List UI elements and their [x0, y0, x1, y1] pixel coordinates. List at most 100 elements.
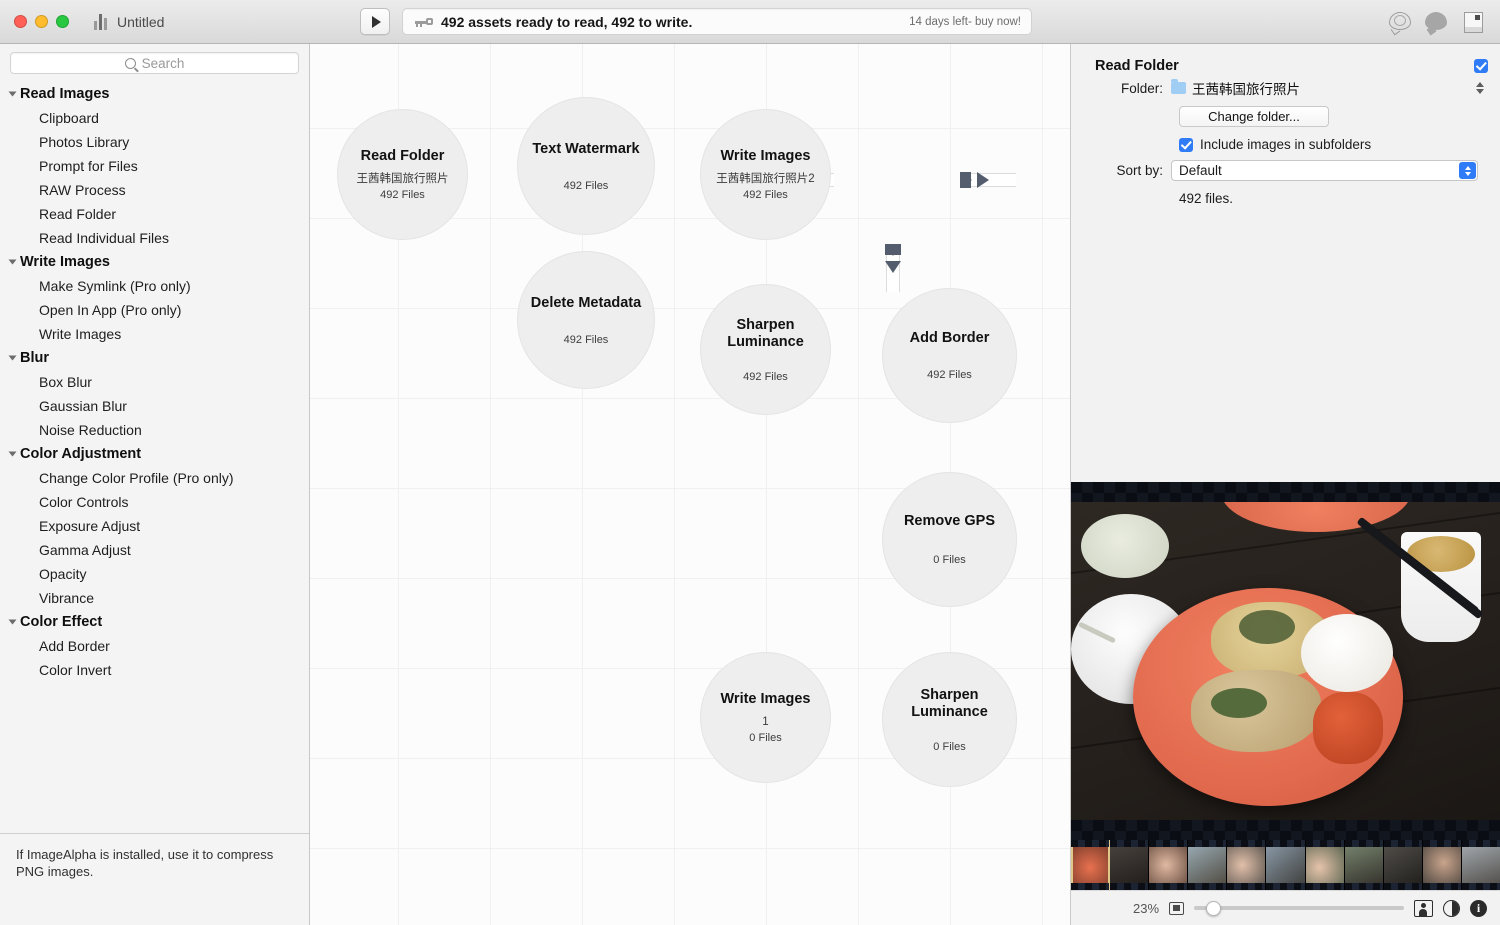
preview-photo [1071, 502, 1500, 820]
include-subfolders-checkbox[interactable] [1179, 137, 1193, 152]
sidebar-item-add-border[interactable]: Add Border [0, 634, 309, 658]
include-subfolders-label: Include images in subfolders [1200, 137, 1372, 152]
change-folder-button[interactable]: Change folder... [1179, 106, 1329, 127]
node-add-border[interactable]: Add Border 492 Files [882, 288, 1017, 423]
fit-icon[interactable] [1169, 901, 1185, 915]
portrait-icon[interactable] [1414, 899, 1433, 917]
thumbnail-item[interactable] [1188, 840, 1228, 890]
node-remove-gps[interactable]: Remove GPS 0 Files [882, 472, 1017, 607]
search-input[interactable]: Search [10, 52, 299, 74]
sidebar-item-vibrance[interactable]: Vibrance [0, 586, 309, 610]
sidebar-item-read-folder[interactable]: Read Folder [0, 202, 309, 226]
sidebar-item-clipboard[interactable]: Clipboard [0, 106, 309, 130]
node-sharpen-luminance-2[interactable]: Sharpen Luminance 0 Files [882, 652, 1017, 787]
node-title: Delete Metadata [530, 294, 642, 311]
node-subtitle: 王茜韩国旅行照片 [356, 173, 449, 185]
sidebar-item-make-symlink-pro-only[interactable]: Make Symlink (Pro only) [0, 274, 309, 298]
node-title: Write Images [720, 691, 811, 707]
node-count: 492 Files [743, 370, 788, 383]
sidebar-item-open-in-app-pro-only[interactable]: Open In App (Pro only) [0, 298, 309, 322]
trial-notice[interactable]: 14 days left- buy now! [909, 16, 1021, 28]
sidebar-item-change-color-profile-pro-only[interactable]: Change Color Profile (Pro only) [0, 466, 309, 490]
maximize-window-button[interactable] [56, 15, 69, 28]
sidebar-group-read-images[interactable]: Read Images [0, 82, 309, 106]
sort-by-select[interactable]: Default [1171, 160, 1478, 181]
sidebar-item-exposure-adjust[interactable]: Exposure Adjust [0, 514, 309, 538]
sidebar-item-noise-reduction[interactable]: Noise Reduction [0, 418, 309, 442]
disclosure-triangle-icon[interactable] [8, 259, 17, 265]
sidebar-group-write-images[interactable]: Write Images [0, 250, 309, 274]
node-count: 492 Files [380, 189, 425, 201]
run-button[interactable] [360, 8, 390, 35]
node-read-folder[interactable]: Read Folder 王茜韩国旅行照片 492 Files [337, 109, 468, 240]
sidebar-item-raw-process[interactable]: RAW Process [0, 178, 309, 202]
info-icon[interactable]: i [1470, 899, 1487, 917]
preview-toolbar: 23% i [1071, 890, 1500, 925]
sidebar-group-color-effect[interactable]: Color Effect [0, 610, 309, 634]
sidebar-group-label: Blur [20, 350, 49, 366]
thumbnail-item[interactable] [1344, 840, 1384, 890]
thumbnail-item[interactable] [1383, 840, 1423, 890]
thumbnail-strip[interactable] [1071, 840, 1500, 890]
search-placeholder: Search [141, 55, 185, 71]
thumbnail-item[interactable] [1071, 840, 1111, 890]
action-tree: Read Images Clipboard Photos Library Prompt… [0, 80, 309, 815]
sidebar-group-blur[interactable]: Blur [0, 346, 309, 370]
minimize-window-button[interactable] [35, 15, 48, 28]
node-count: 0 Files [933, 554, 966, 566]
thumbnail-item[interactable] [1227, 840, 1267, 890]
node-delete-metadata[interactable]: Delete Metadata 492 Files [517, 251, 655, 389]
thumbnail-item[interactable] [1305, 840, 1345, 890]
sort-by-value: Default [1179, 163, 1222, 178]
node-title: Remove GPS [903, 513, 996, 529]
disclosure-triangle-icon[interactable] [8, 355, 17, 361]
close-window-button[interactable] [14, 15, 27, 28]
comment-bubble-icon[interactable] [1424, 9, 1450, 36]
sidebar-group-label: Color Adjustment [20, 446, 142, 462]
inspector-header: Read Folder [1071, 44, 1500, 74]
node-sharpen-luminance-1[interactable]: Sharpen Luminance 492 Files [700, 284, 831, 415]
sidebar-item-opacity[interactable]: Opacity [0, 562, 309, 586]
zoom-slider[interactable] [1194, 900, 1404, 916]
thumbnail-item[interactable] [1422, 840, 1462, 890]
node-text-watermark[interactable]: Text Watermark 492 Files [517, 97, 655, 235]
thumbnail-item[interactable] [1110, 840, 1150, 890]
sidebar-item-prompt-for-files[interactable]: Prompt for Files [0, 154, 309, 178]
folder-row: Folder: 王茜韩国旅行照片 [1071, 74, 1500, 102]
node-count: 492 Files [563, 333, 609, 346]
inspector-page-icon[interactable] [1460, 9, 1486, 35]
node-count: 492 Files [563, 179, 609, 192]
sidebar-item-color-invert[interactable]: Color Invert [0, 658, 309, 682]
image-preview[interactable] [1071, 482, 1500, 840]
chart-doc-icon [94, 13, 109, 30]
node-count: 492 Files [927, 369, 972, 381]
disclosure-triangle-icon[interactable] [8, 619, 17, 625]
sidebar-item-read-individual-files[interactable]: Read Individual Files [0, 226, 309, 250]
disclosure-triangle-icon[interactable] [8, 451, 17, 457]
node-count: 492 Files [743, 189, 788, 201]
search-bubble-icon[interactable] [1388, 9, 1414, 36]
sidebar-item-gamma-adjust[interactable]: Gamma Adjust [0, 538, 309, 562]
sidebar-item-photos-library[interactable]: Photos Library [0, 130, 309, 154]
workflow-canvas[interactable]: Read Folder 王茜韩国旅行照片 492 Files Text Wate… [310, 44, 1070, 925]
contrast-icon[interactable] [1443, 899, 1460, 917]
node-write-images-2[interactable]: Write Images 1 0 Files [700, 652, 831, 783]
thumbnail-item[interactable] [1266, 840, 1306, 890]
include-subfolders-row[interactable]: Include images in subfolders [1071, 131, 1500, 156]
sidebar-item-box-blur[interactable]: Box Blur [0, 370, 309, 394]
folder-popup-stepper-icon[interactable] [1476, 82, 1484, 94]
sidebar-group-label: Read Images [20, 86, 110, 102]
node-enabled-checkbox[interactable] [1474, 59, 1488, 73]
sidebar-item-gaussian-blur[interactable]: Gaussian Blur [0, 394, 309, 418]
zoom-slider-knob[interactable] [1206, 900, 1222, 916]
disclosure-triangle-icon[interactable] [8, 91, 17, 97]
sidebar-item-color-controls[interactable]: Color Controls [0, 490, 309, 514]
node-title: Read Folder [360, 148, 445, 164]
sidebar-item-write-images[interactable]: Write Images [0, 322, 309, 346]
sidebar-group-color-adjustment[interactable]: Color Adjustment [0, 442, 309, 466]
folder-value: 王茜韩国旅行照片 [1192, 82, 1300, 97]
sidebar-group-label: Write Images [20, 254, 110, 270]
node-write-images-1[interactable]: Write Images 王茜韩国旅行照片2 492 Files [700, 109, 831, 240]
thumbnail-item[interactable] [1149, 840, 1189, 890]
thumbnail-item[interactable] [1461, 840, 1500, 890]
